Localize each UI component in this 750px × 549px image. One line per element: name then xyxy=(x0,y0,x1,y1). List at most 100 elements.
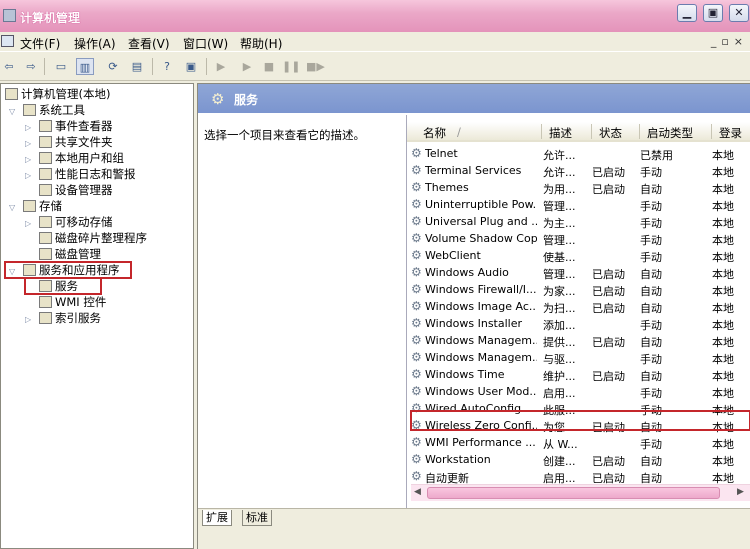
tree-defrag[interactable]: 磁盘碎片整理程序 xyxy=(39,230,147,246)
properties-icon[interactable]: ▣ xyxy=(182,58,200,75)
table-row[interactable]: ⚙ Uninterruptible Pow... 管理... 手动 本地 xyxy=(407,196,750,213)
table-row[interactable]: ⚙ Windows Managem... 与驱... 手动 本地 xyxy=(407,349,750,366)
menu-help[interactable]: 帮助(H) xyxy=(240,35,282,52)
tree-local-users[interactable]: 本地用户和组 xyxy=(39,150,124,166)
forward-icon[interactable]: ⇨ xyxy=(22,58,40,75)
pane-header: ⚙ 服务 xyxy=(198,84,750,113)
users-icon xyxy=(39,152,52,164)
mdi-controls[interactable]: _▫× xyxy=(711,35,748,48)
table-row[interactable]: ⚙ Windows Image Ac... 为扫... 已启动 自动 本地 xyxy=(407,298,750,315)
refresh-icon[interactable]: ⟳ xyxy=(104,58,122,75)
tree-wmi[interactable]: WMI 控件 xyxy=(39,294,106,310)
tree-storage[interactable]: 存储 xyxy=(23,198,62,214)
expand-icon[interactable]: ▷ xyxy=(25,315,31,324)
tree-shared-folders[interactable]: 共享文件夹 xyxy=(39,134,113,150)
table-row[interactable]: ⚙ Windows User Mod... 启用... 手动 本地 xyxy=(407,383,750,400)
up-folder-icon[interactable]: ▭ xyxy=(52,58,70,75)
indexing-icon xyxy=(39,312,52,324)
start-icon[interactable]: ▶ xyxy=(238,58,256,75)
table-row[interactable]: ⚙ Terminal Services 允许... 已启动 手动 本地 xyxy=(407,162,750,179)
cell-startup: 手动 xyxy=(640,353,662,366)
services-list[interactable]: 名称 / 描述 状态 启动类型 登录 ⚙ Telnet 允许... 已禁用 本地 ⚙ Ter… xyxy=(406,115,750,508)
cell-logon: 本地 xyxy=(712,251,734,264)
table-row[interactable]: ⚙ Windows Managem... 提供... 已启动 自动 本地 xyxy=(407,332,750,349)
service-gear-icon: ⚙ xyxy=(411,316,422,330)
expand-icon[interactable]: ▷ xyxy=(25,171,31,180)
menu-window[interactable]: 窗口(W) xyxy=(183,35,228,52)
table-row[interactable]: ⚙ Universal Plug and ... 为主... 手动 本地 xyxy=(407,213,750,230)
pause-service-icon[interactable]: ❚❚ xyxy=(282,58,300,75)
tree-event-viewer[interactable]: 事件查看器 xyxy=(39,118,113,134)
cell-startup: 自动 xyxy=(640,268,662,281)
restart-service-icon[interactable]: ■▶ xyxy=(306,58,325,75)
expand-icon[interactable]: ▷ xyxy=(25,219,31,228)
service-gear-icon: ⚙ xyxy=(411,435,422,449)
tree-device-manager[interactable]: 设备管理器 xyxy=(39,182,113,198)
show-tree-icon[interactable]: ▥ xyxy=(76,58,94,75)
tree-disk-management[interactable]: 磁盘管理 xyxy=(39,246,101,262)
stop-service-icon[interactable]: ■ xyxy=(260,58,278,75)
column-status[interactable]: 状态 xyxy=(599,125,622,141)
scroll-right-icon[interactable]: ▶ xyxy=(737,487,744,497)
tab-extended[interactable]: 扩展 xyxy=(202,510,232,526)
cell-desc: 从 W... xyxy=(543,438,578,451)
toolbox-icon xyxy=(23,104,36,116)
cell-startup: 手动 xyxy=(640,217,662,230)
expand-icon[interactable]: ▷ xyxy=(25,123,31,132)
column-logon[interactable]: 登录 xyxy=(719,125,742,141)
cell-status: 已启动 xyxy=(592,455,625,468)
minimize-button[interactable]: ▁ xyxy=(677,4,697,22)
cell-name: Windows Firewall/I... xyxy=(425,283,537,296)
service-gear-icon: ⚙ xyxy=(411,367,422,381)
table-row[interactable]: ⚙ Windows Installer 添加... 手动 本地 xyxy=(407,315,750,332)
column-name[interactable]: 名称 xyxy=(423,125,446,141)
tree-system-tools[interactable]: 系统工具 xyxy=(23,102,85,118)
tree-indexing[interactable]: 索引服务 xyxy=(39,310,101,326)
close-button[interactable]: ✕ xyxy=(729,4,749,22)
cell-startup: 手动 xyxy=(640,200,662,213)
table-row[interactable]: ⚙ WMI Performance ... 从 W... 手动 本地 xyxy=(407,434,750,451)
start-service-icon[interactable]: ▶ xyxy=(212,58,230,75)
menu-action[interactable]: 操作(A) xyxy=(74,35,116,52)
expand-icon[interactable]: ▷ xyxy=(25,155,31,164)
horizontal-scrollbar[interactable]: ◀ ▶ xyxy=(411,484,750,501)
sort-icon: / xyxy=(457,125,461,139)
maximize-button[interactable]: ▣ xyxy=(703,4,723,22)
tree-perf-logs[interactable]: 性能日志和警报 xyxy=(39,166,136,182)
pane-title: 服务 xyxy=(234,93,259,107)
table-row[interactable]: ⚙ Workstation 创建... 已启动 自动 本地 xyxy=(407,451,750,468)
column-desc[interactable]: 描述 xyxy=(549,125,572,141)
table-row[interactable]: ⚙ Themes 为用... 已启动 自动 本地 xyxy=(407,179,750,196)
expand-icon[interactable]: ▽ xyxy=(9,107,15,116)
table-row[interactable]: ⚙ Windows Audio 管理... 已启动 自动 本地 xyxy=(407,264,750,281)
menu-file[interactable]: 文件(F) xyxy=(20,35,60,52)
cell-startup: 手动 xyxy=(640,387,662,400)
scroll-left-icon[interactable]: ◀ xyxy=(414,487,421,497)
table-row[interactable]: ⚙ Windows Firewall/I... 为家... 已启动 自动 本地 xyxy=(407,281,750,298)
help-icon[interactable]: ? xyxy=(158,58,176,75)
back-icon[interactable]: ⇦ xyxy=(0,58,18,75)
cell-startup: 自动 xyxy=(640,302,662,315)
cell-logon: 本地 xyxy=(712,455,734,468)
cell-logon: 本地 xyxy=(712,336,734,349)
export-list-icon[interactable]: ▤ xyxy=(128,58,146,75)
menu-view[interactable]: 查看(V) xyxy=(128,35,170,52)
scrollbar-thumb[interactable] xyxy=(427,487,720,499)
table-row[interactable]: ⚙ Telnet 允许... 已禁用 本地 xyxy=(407,145,750,162)
expand-icon[interactable]: ▽ xyxy=(9,203,15,212)
cell-logon: 本地 xyxy=(712,319,734,332)
tab-standard[interactable]: 标准 xyxy=(242,510,272,526)
table-row[interactable]: ⚙ 自动更新 启用... 已启动 自动 本地 xyxy=(407,468,750,485)
column-startup[interactable]: 启动类型 xyxy=(647,125,693,141)
tree-removable-storage[interactable]: 可移动存储 xyxy=(39,214,113,230)
expand-icon[interactable]: ▷ xyxy=(25,139,31,148)
table-row[interactable]: ⚙ WebClient 使基... 手动 本地 xyxy=(407,247,750,264)
tree-root[interactable]: 计算机管理(本地) xyxy=(5,86,110,102)
cell-desc: 允许... xyxy=(543,149,576,162)
document-icon[interactable] xyxy=(1,35,14,47)
table-row[interactable]: ⚙ Windows Time 维护... 已启动 自动 本地 xyxy=(407,366,750,383)
title-bar[interactable]: 计算机管理 ▁ ▣ ✕ xyxy=(0,0,750,32)
table-row[interactable]: ⚙ Volume Shadow Copy 管理... 手动 本地 xyxy=(407,230,750,247)
cell-desc: 添加... xyxy=(543,319,576,332)
service-gear-icon: ⚙ xyxy=(411,180,422,194)
